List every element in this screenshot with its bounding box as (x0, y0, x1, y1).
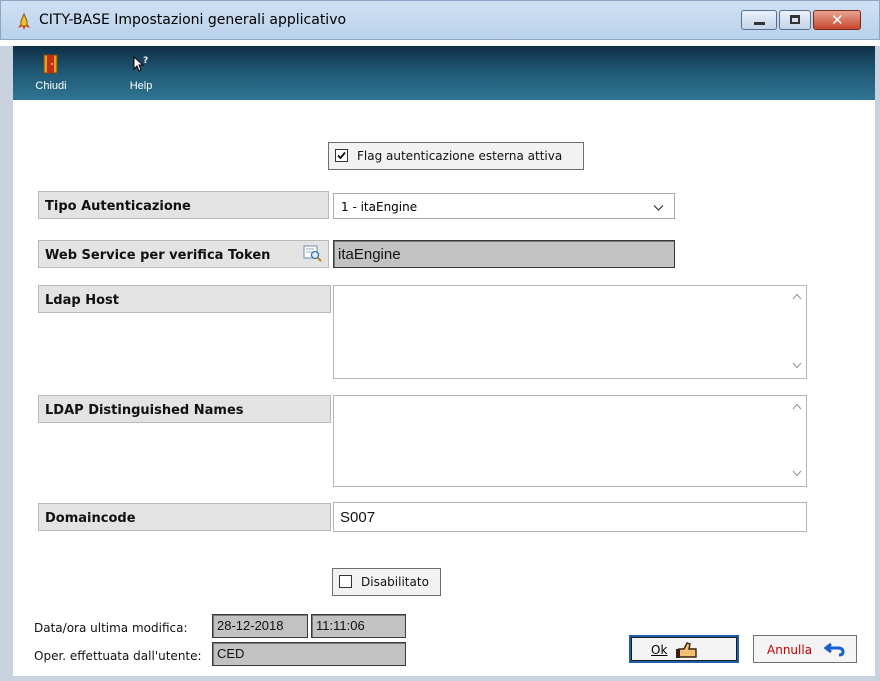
close-window-button[interactable]: ✕ (813, 10, 861, 30)
ldap-dn-label: LDAP Distinguished Names (38, 395, 331, 423)
cancel-button-label: Annulla (767, 643, 813, 657)
tipo-autenticazione-select[interactable]: 1 - itaEngine (333, 193, 675, 219)
disabilitato-checkbox[interactable]: Disabilitato (332, 568, 441, 596)
maximize-icon (790, 15, 800, 24)
thumbs-up-icon (675, 641, 699, 662)
close-icon: ✕ (831, 11, 844, 29)
ldap-host-label: Ldap Host (38, 285, 331, 313)
disabilitato-label: Disabilitato (361, 575, 429, 589)
domaincode-label: Domaincode (38, 503, 331, 531)
checkbox-unchecked-icon (339, 575, 352, 588)
rocket-icon (15, 12, 33, 31)
chevron-down-icon (653, 201, 664, 215)
scroll-down-icon[interactable] (792, 469, 802, 480)
operator-field: CED (212, 642, 406, 666)
close-toolbar-label: Chiudi (35, 80, 67, 92)
title-bar: CITY-BASE Impostazioni generali applicat… (0, 0, 880, 40)
ok-button-label: Ok (651, 643, 668, 657)
operator-label: Oper. effettuata dall'utente: (34, 649, 202, 663)
ldap-host-textarea[interactable] (333, 285, 807, 379)
window-bottom-border (0, 676, 880, 681)
help-toolbar-button[interactable]: ? Help (111, 46, 171, 100)
settings-window: CITY-BASE Impostazioni generali applicat… (0, 0, 880, 681)
close-toolbar-button[interactable]: Chiudi (21, 46, 81, 100)
checkbox-checked-icon (335, 149, 348, 162)
last-modified-time: 11:11:06 (311, 614, 406, 638)
ok-button[interactable]: Ok (629, 635, 739, 663)
window-title: CITY-BASE Impostazioni generali applicat… (39, 12, 347, 28)
scroll-down-icon[interactable] (792, 361, 802, 372)
window-left-border (0, 46, 13, 681)
ldap-dn-textarea[interactable] (333, 395, 807, 487)
web-service-label-text: Web Service per verifica Token (45, 248, 271, 263)
cancel-button[interactable]: Annulla (753, 635, 857, 663)
magnifier-icon (303, 245, 323, 266)
scroll-up-icon[interactable] (792, 292, 802, 303)
minimize-icon (754, 22, 765, 25)
scroll-up-icon[interactable] (792, 402, 802, 413)
door-exit-icon (43, 54, 59, 77)
web-service-lookup-button[interactable] (303, 244, 325, 264)
maximize-button[interactable] (779, 10, 811, 30)
last-modified-date: 28-12-2018 (212, 614, 308, 638)
window-right-border (875, 46, 880, 681)
help-toolbar-label: Help (129, 80, 153, 92)
domaincode-input[interactable]: S007 (333, 502, 807, 532)
last-modified-label: Data/ora ultima modifica: (34, 621, 188, 635)
help-pointer-icon: ? (132, 54, 150, 77)
web-service-label: Web Service per verifica Token (38, 240, 329, 268)
flag-auth-external-checkbox[interactable]: Flag autenticazione esterna attiva (328, 142, 584, 170)
undo-arrow-icon (823, 641, 846, 660)
tipo-autenticazione-value: 1 - itaEngine (341, 200, 418, 214)
minimize-button[interactable] (741, 10, 777, 30)
web-service-field[interactable]: itaEngine (333, 240, 675, 268)
flag-auth-external-label: Flag autenticazione esterna attiva (357, 149, 563, 163)
tipo-autenticazione-label: Tipo Autenticazione (38, 191, 329, 219)
toolbar: Chiudi ? Help (13, 46, 875, 100)
svg-text:?: ? (143, 56, 148, 66)
